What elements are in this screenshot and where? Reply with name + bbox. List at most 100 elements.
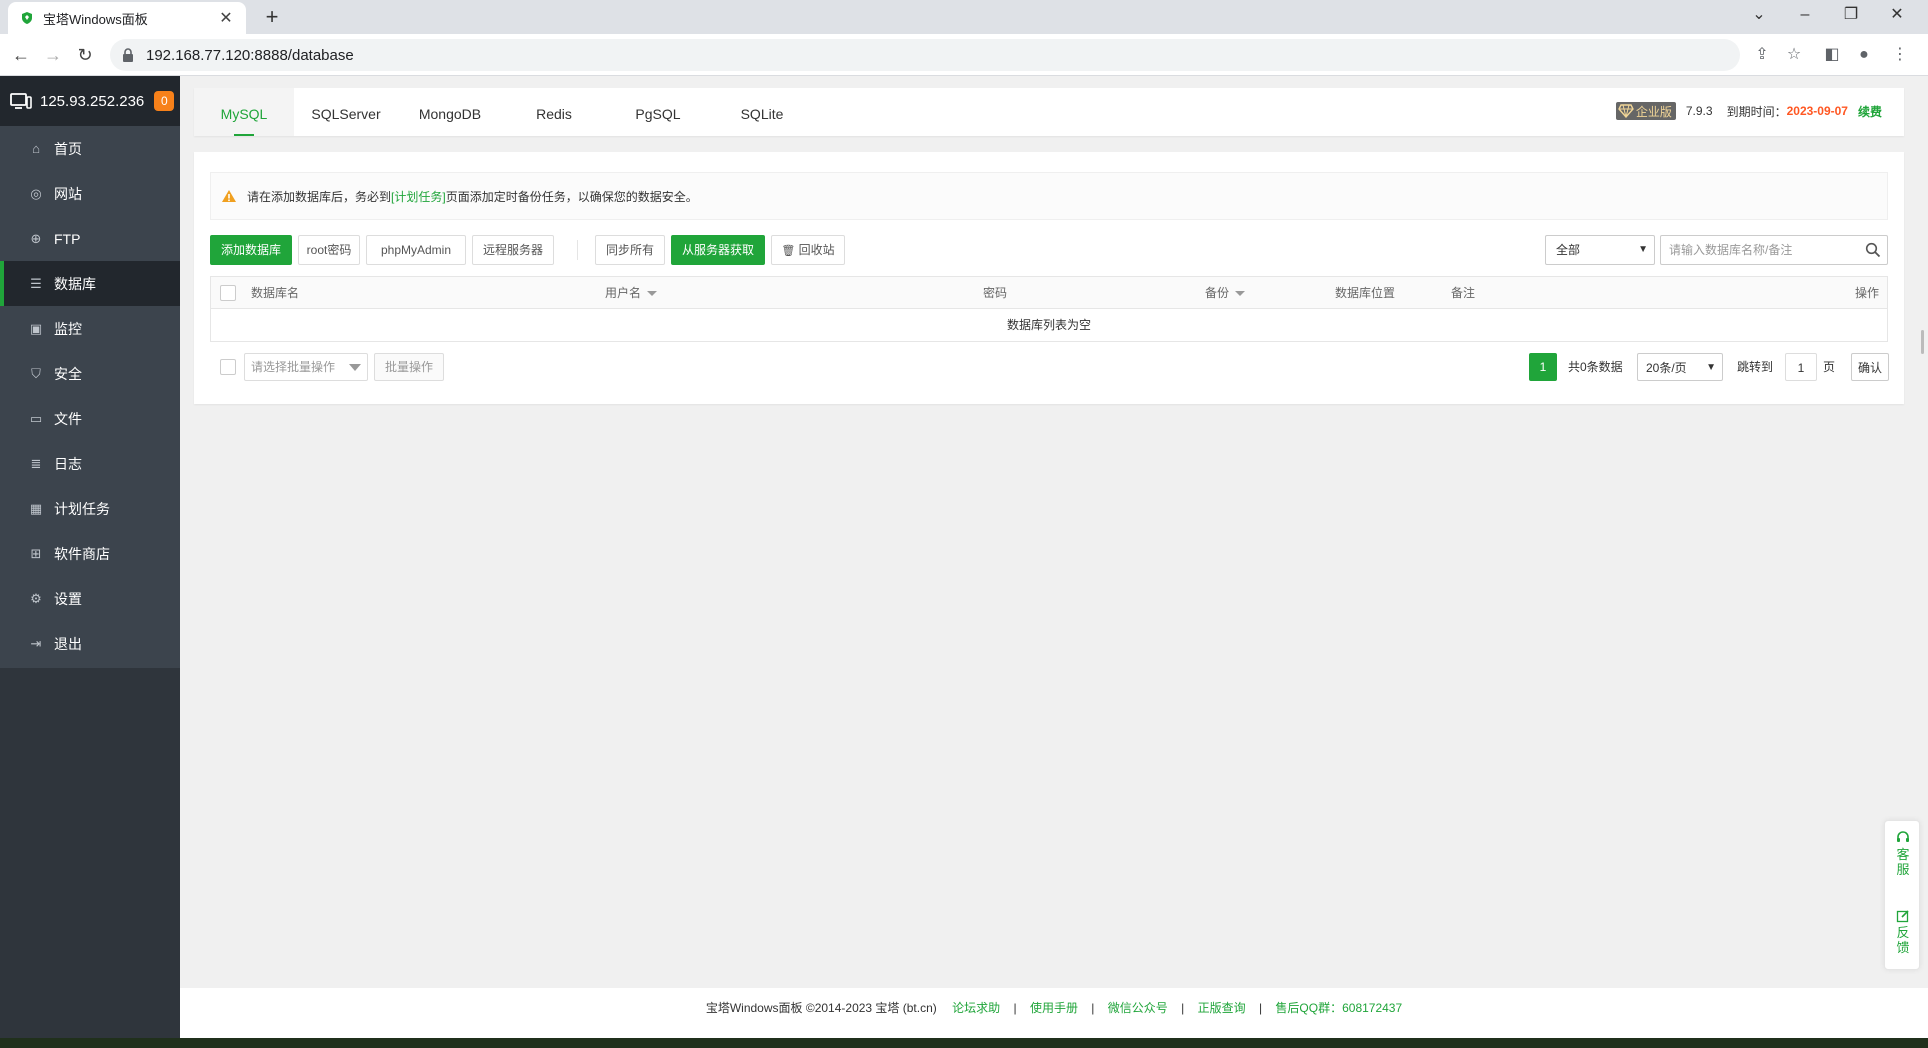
bookmark-star-icon[interactable]: ☆ xyxy=(1782,43,1806,67)
col-database-name: 数据库名 xyxy=(251,286,300,300)
page-size-value: 20条/页 xyxy=(1646,361,1687,375)
headset-icon xyxy=(1897,831,1909,842)
sidebar-item-10[interactable]: ⚙ 设置 xyxy=(0,576,180,621)
feedback-button[interactable]: 反馈 xyxy=(1885,909,1921,955)
new-tab-button[interactable]: + xyxy=(258,4,286,32)
col-username-label: 用户名 xyxy=(605,286,642,300)
sidebar-item-4[interactable]: ▣ 监控 xyxy=(0,306,180,351)
browser-toolbar: ← → ↻ 192.168.77.120:8888/database ⇪ ☆ ◧… xyxy=(0,34,1928,76)
tab-pgsql[interactable]: PgSQL xyxy=(606,88,710,136)
sidebar-item-0[interactable]: ⌂ 首页 xyxy=(0,126,180,171)
database-icon: ☰ xyxy=(30,275,42,291)
sidebar-item-1[interactable]: ◎ 网站 xyxy=(0,171,180,216)
back-icon[interactable]: ← xyxy=(8,42,34,68)
sidebar-item-2[interactable]: ⊕ FTP xyxy=(0,216,180,261)
edge-handle[interactable] xyxy=(1921,330,1924,354)
panel-version: 7.9.3 xyxy=(1685,104,1713,118)
version-info: 企业版 7.9.3 到期时间： 2023-09-07 续费 xyxy=(1615,102,1882,120)
sidebar-item-label: FTP xyxy=(54,230,81,247)
col-username[interactable]: 用户名 xyxy=(605,277,658,309)
col-note: 备注 xyxy=(1451,286,1476,300)
profile-icon[interactable]: ● xyxy=(1852,43,1876,67)
cron-task-link[interactable]: [计划任务] xyxy=(391,188,446,205)
share-icon[interactable]: ⇪ xyxy=(1750,43,1774,67)
batch-action-select[interactable]: 请选择批量操作 xyxy=(244,353,368,381)
manual-link[interactable]: 使用手册 xyxy=(1030,1001,1078,1015)
batch-select-checkbox[interactable] xyxy=(220,359,236,375)
sidebar-item-label: 退出 xyxy=(54,635,82,652)
col-backup[interactable]: 备份 xyxy=(1205,277,1246,309)
col-db-location: 数据库位置 xyxy=(1335,286,1396,300)
table-header: 数据库名 用户名 密码 备份 数据库位置 备注 操作 xyxy=(211,277,1887,309)
page-confirm-button[interactable]: 确认 xyxy=(1851,353,1889,381)
close-tab-icon[interactable]: ✕ xyxy=(216,8,236,28)
logout-icon: ⇥ xyxy=(30,635,42,651)
tab-mongodb[interactable]: MongoDB xyxy=(398,88,502,136)
sidebar: 125.93.252.236 0 ⌂ 首页 ◎ 网站 ⊕ FTP ☰ 数据库 ▣ 监控 ⛉ 安全 ▭ 文件… xyxy=(0,76,180,1048)
qq-group-link[interactable]: 售后QQ群：608172437 xyxy=(1275,1001,1402,1015)
sidebar-item-label: 软件商店 xyxy=(54,545,110,562)
sidebar-header: 125.93.252.236 0 xyxy=(0,76,180,126)
restore-icon[interactable]: ❐ xyxy=(1828,0,1874,30)
batch-action-button[interactable]: 批量操作 xyxy=(374,353,444,381)
edition-label: 企业版 xyxy=(1635,104,1672,119)
recycle-bin-button[interactable]: 🗑 回收站 xyxy=(771,235,845,265)
select-all-checkbox[interactable] xyxy=(220,285,236,301)
home-icon: ⌂ xyxy=(32,140,40,156)
remote-server-button[interactable]: 远程服务器 xyxy=(472,235,554,265)
tab-mysql[interactable]: MySQL xyxy=(194,88,294,136)
forum-link[interactable]: 论坛求助 xyxy=(952,1001,1000,1015)
type-filter-select[interactable]: 全部 ▼ xyxy=(1545,235,1655,265)
fetch-from-server-button[interactable]: 从服务器获取 xyxy=(671,235,765,265)
address-bar[interactable]: 192.168.77.120:8888/database xyxy=(110,39,1740,71)
enterprise-badge[interactable]: 企业版 xyxy=(1615,102,1676,120)
window-close-icon[interactable]: ✕ xyxy=(1874,0,1920,30)
chevron-down-icon xyxy=(349,364,361,371)
edit-icon xyxy=(1896,910,1909,923)
chevron-down-icon: ▼ xyxy=(1706,362,1716,373)
license-check-link[interactable]: 正版查询 xyxy=(1198,1001,1246,1015)
renew-link[interactable]: 续费 xyxy=(1858,103,1882,120)
root-password-button[interactable]: root密码 xyxy=(298,235,360,265)
browser-menu-icon[interactable]: ⋮ xyxy=(1888,43,1912,67)
bt-logo-icon xyxy=(22,12,32,24)
notice-text-after: 页面添加定时备份任务，以确保您的数据安全。 xyxy=(445,189,698,204)
current-page[interactable]: 1 xyxy=(1529,353,1557,381)
sidebar-item-3[interactable]: ☰ 数据库 xyxy=(0,261,180,306)
customer-service-button[interactable]: 客服 xyxy=(1885,831,1921,877)
side-panel-icon[interactable]: ◧ xyxy=(1820,43,1844,67)
message-badge[interactable]: 0 xyxy=(154,91,175,111)
sidebar-empty-area xyxy=(0,668,180,1048)
sidebar-item-label: 日志 xyxy=(54,455,82,472)
jump-to-label: 跳转到 xyxy=(1737,360,1774,374)
tab-sqlite[interactable]: SQLite xyxy=(710,88,814,136)
col-password: 密码 xyxy=(983,286,1008,300)
search-icon[interactable] xyxy=(1865,242,1881,258)
tab-redis[interactable]: Redis xyxy=(502,88,606,136)
page-number-input[interactable]: 1 xyxy=(1785,353,1817,381)
log-icon: ≣ xyxy=(30,455,42,471)
tab-sqlserver[interactable]: SQLServer xyxy=(294,88,398,136)
sidebar-item-9[interactable]: ⊞ 软件商店 xyxy=(0,531,180,576)
forward-icon[interactable]: → xyxy=(40,42,66,68)
browser-tab[interactable]: 宝塔Windows面板 ✕ xyxy=(8,2,246,34)
copyright-text: 宝塔Windows面板 ©2014-2023 宝塔 (bt.cn) xyxy=(705,1001,937,1015)
floating-service-panel: 客服 反馈 xyxy=(1884,820,1920,970)
sync-all-button[interactable]: 同步所有 xyxy=(595,235,665,265)
wechat-link[interactable]: 微信公众号 xyxy=(1108,1001,1168,1015)
phpmyadmin-button[interactable]: phpMyAdmin xyxy=(366,235,466,265)
reload-icon[interactable]: ↻ xyxy=(72,42,98,68)
minimize-icon[interactable]: – xyxy=(1782,0,1828,30)
sidebar-item-7[interactable]: ≣ 日志 xyxy=(0,441,180,486)
add-database-button[interactable]: 添加数据库 xyxy=(210,235,292,265)
sidebar-item-label: 首页 xyxy=(54,140,82,157)
sidebar-item-8[interactable]: ▦ 计划任务 xyxy=(0,486,180,531)
tab-search-icon[interactable]: ⌄ xyxy=(1736,0,1782,30)
sidebar-item-6[interactable]: ▭ 文件 xyxy=(0,396,180,441)
sidebar-item-label: 监控 xyxy=(54,320,82,337)
sidebar-item-11[interactable]: ⇥ 退出 xyxy=(0,621,180,666)
shield-icon: ⛉ xyxy=(31,365,41,381)
sidebar-item-5[interactable]: ⛉ 安全 xyxy=(0,351,180,396)
search-input[interactable] xyxy=(1661,236,1851,264)
page-size-select[interactable]: 20条/页 ▼ xyxy=(1637,353,1723,381)
